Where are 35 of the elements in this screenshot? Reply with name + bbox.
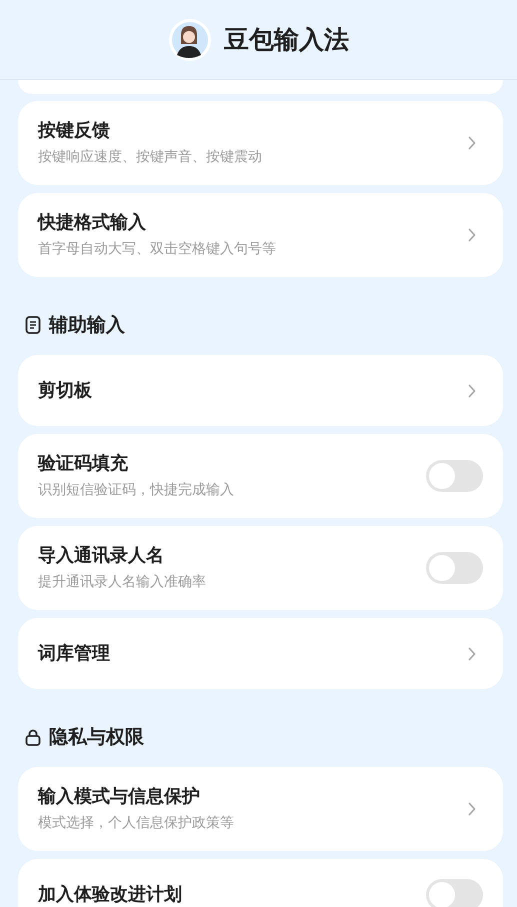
settings-item[interactable]: 剪切板 [18, 355, 503, 426]
item-description: 识别短信验证码，快捷完成输入 [38, 481, 234, 500]
chevron-icon [468, 646, 476, 660]
toggle-switch[interactable] [426, 878, 483, 907]
settings-item[interactable]: 输入模式与信息保护 模式选择，个人信息保护政策等 [18, 767, 503, 851]
item-title: 导入通讯录人名 [38, 544, 165, 568]
lock-icon [25, 728, 41, 746]
chevron-icon [468, 802, 476, 816]
item-title: 加入体验改进计划 [38, 882, 182, 906]
item-description: 首字母自动大写、双击空格键入句号等 [38, 240, 276, 259]
item-description: 提升通讯录人名输入准确率 [38, 573, 206, 592]
settings-item[interactable]: 词库管理 [18, 618, 503, 689]
item-title: 按键反馈 [38, 119, 111, 143]
item-title: 剪切板 [38, 378, 92, 402]
settings-item[interactable]: 验证码填充 识别短信验证码，快捷完成输入 [18, 434, 503, 518]
item-description: 按键响应速度、按键声音、按键震动 [38, 148, 262, 167]
toggle-switch[interactable] [426, 460, 483, 492]
settings-item[interactable]: 按键反馈 按键响应速度、按键声音、按键震动 [18, 101, 503, 185]
chevron-icon [468, 136, 476, 150]
item-description: 模式选择，个人信息保护政策等 [38, 814, 234, 833]
section-heading: 隐私与权限 [49, 725, 144, 750]
settings-item[interactable]: 加入体验改进计划 [18, 859, 503, 907]
item-title: 词库管理 [38, 642, 110, 666]
chevron-icon [468, 228, 476, 242]
item-title: 输入模式与信息保护 [38, 785, 201, 809]
section-heading: 辅助输入 [49, 313, 125, 338]
item-title: 快捷格式输入 [38, 211, 147, 235]
toggle-switch[interactable] [426, 552, 483, 584]
settings-item[interactable]: 快捷格式输入 首字母自动大写、双击空格键入句号等 [18, 193, 503, 277]
chevron-icon [468, 384, 476, 398]
app-title: 豆包输入法 [224, 24, 349, 56]
settings-item[interactable]: 导入通讯录人名 提升通讯录人名输入准确率 [18, 526, 503, 610]
item-title: 验证码填充 [38, 452, 129, 476]
avatar-icon [168, 18, 212, 62]
document-icon [25, 316, 41, 334]
